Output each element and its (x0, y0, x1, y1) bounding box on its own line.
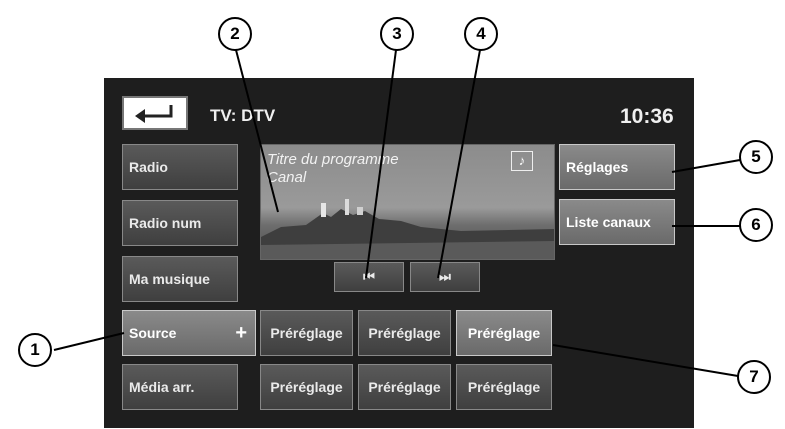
media-off-button[interactable]: Média arr. (122, 364, 238, 410)
callout-1: 1 (18, 333, 52, 367)
music-note-icon: ♪ (511, 151, 533, 171)
channel-name: Canal (267, 169, 307, 186)
callout-2: 2 (218, 17, 252, 51)
radio-num-button-label: Radio num (129, 215, 202, 231)
preset-label: Préréglage (467, 379, 541, 395)
preset-button-5[interactable]: Préréglage (358, 364, 451, 410)
back-arrow-icon (135, 105, 173, 123)
previous-button[interactable]: ⏮ (334, 262, 404, 292)
channel-list-button-label: Liste canaux (566, 214, 651, 230)
callout-6: 6 (739, 208, 773, 242)
my-music-button-label: Ma musique (129, 271, 210, 287)
clock: 10:36 (620, 105, 674, 128)
radio-num-button[interactable]: Radio num (122, 200, 238, 246)
radio-button[interactable]: Radio (122, 144, 238, 190)
callout-4: 4 (464, 17, 498, 51)
preset-label: Préréglage (368, 379, 441, 395)
back-button[interactable] (122, 96, 188, 130)
callout-5: 5 (739, 140, 773, 174)
preset-button-4[interactable]: Préréglage (260, 364, 353, 410)
preset-button-2[interactable]: Préréglage (358, 310, 451, 356)
preset-label: Préréglage (270, 325, 343, 341)
skip-forward-icon: ⏭ (439, 269, 451, 284)
settings-button-label: Réglages (566, 159, 629, 175)
preset-label: Préréglage (270, 379, 343, 395)
source-button-label: Source (129, 325, 177, 341)
source-plus-icon: + (235, 321, 247, 344)
radio-button-label: Radio (129, 159, 168, 175)
infotainment-screen: TV: DTV 10:36 Radio Radio num Ma musique… (104, 78, 694, 428)
video-preview: Titre du programme Canal ♪ (260, 144, 555, 260)
source-title: TV: DTV (210, 106, 276, 125)
preset-button-3[interactable]: Préréglage (456, 310, 552, 356)
callout-7: 7 (737, 360, 771, 394)
preset-button-1[interactable]: Préréglage (260, 310, 353, 356)
program-title: Titre du programme (267, 151, 399, 168)
preset-label: Préréglage (467, 325, 541, 341)
settings-button[interactable]: Réglages (559, 144, 675, 190)
channel-list-button[interactable]: Liste canaux (559, 199, 675, 245)
preset-button-6[interactable]: Préréglage (456, 364, 552, 410)
source-button[interactable]: Source + (122, 310, 256, 356)
next-button[interactable]: ⏭ (410, 262, 480, 292)
media-off-button-label: Média arr. (129, 379, 195, 395)
callout-3: 3 (380, 17, 414, 51)
my-music-button[interactable]: Ma musique (122, 256, 238, 302)
preset-label: Préréglage (368, 325, 441, 341)
skip-back-icon: ⏮ (363, 269, 375, 284)
